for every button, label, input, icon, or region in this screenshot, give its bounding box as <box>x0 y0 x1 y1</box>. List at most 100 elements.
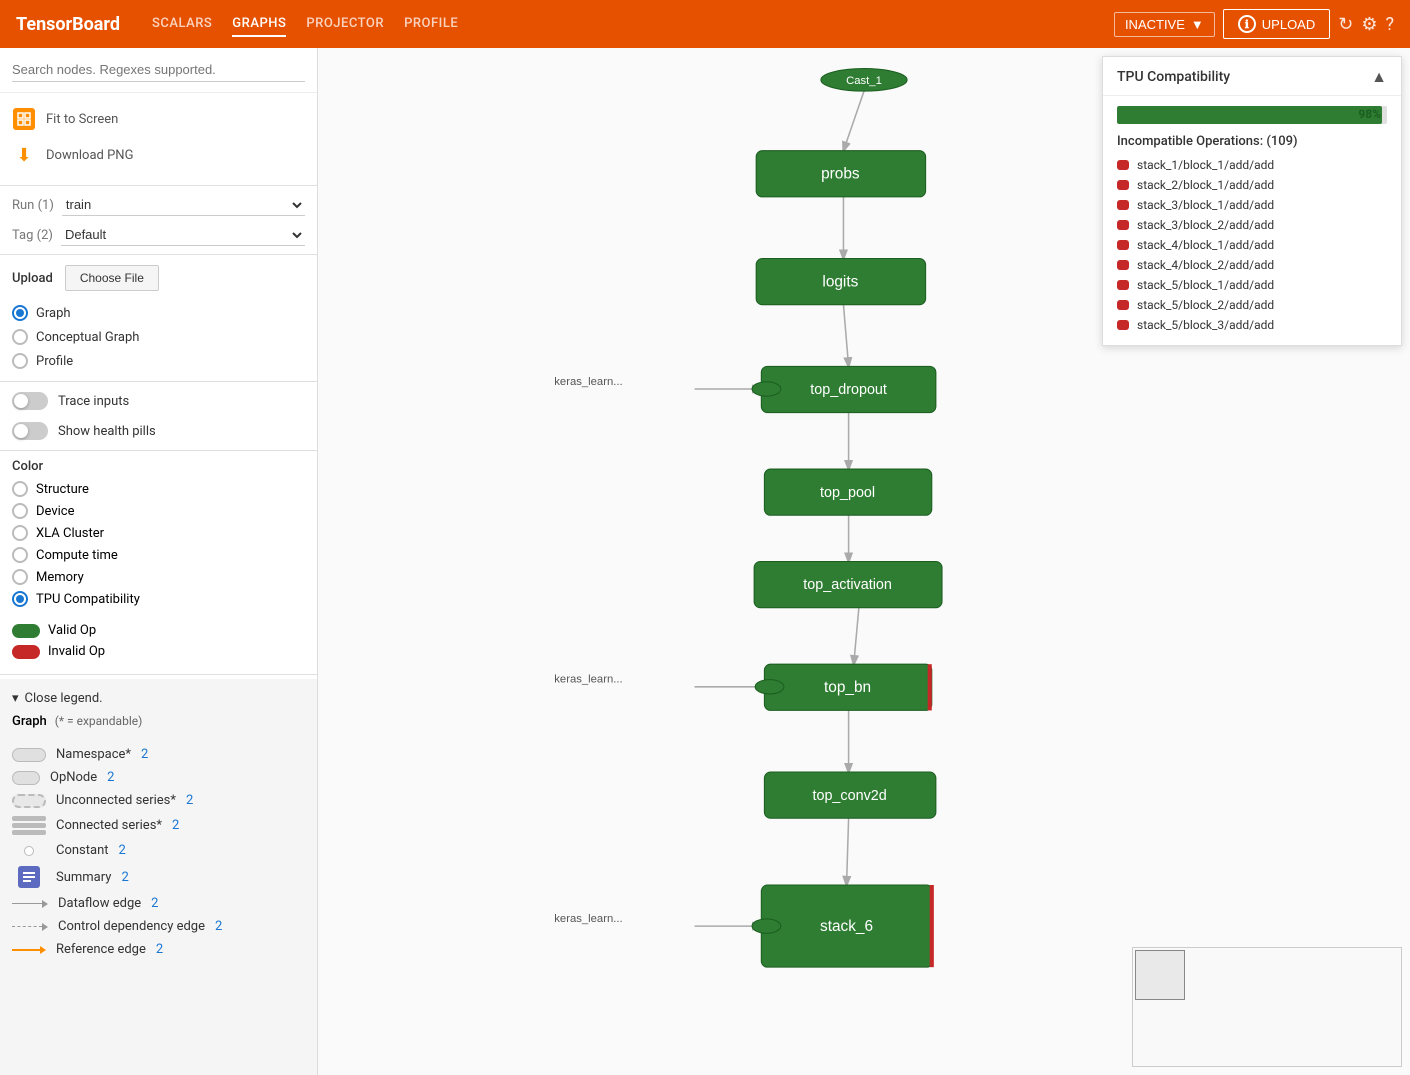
upload-button[interactable]: ℹ UPLOAD <box>1223 9 1330 39</box>
color-memory-radio[interactable] <box>12 569 28 585</box>
main-nav: SCALARS GRAPHS PROJECTOR PROFILE <box>152 12 458 37</box>
tpu-collapse-button[interactable]: ▲ <box>1371 67 1387 87</box>
main-layout: Fit to Screen ⬇ Download PNG Run (1) tra… <box>0 48 1410 1075</box>
tpu-op-label-3: stack_3/block_2/add/add <box>1137 218 1274 232</box>
tpu-op-8: stack_5/block_3/add/add <box>1117 315 1387 335</box>
connected-link[interactable]: 2 <box>172 818 179 833</box>
valid-op-icon <box>12 624 40 638</box>
nav-scalars[interactable]: SCALARS <box>152 12 212 37</box>
color-compute[interactable]: Compute time <box>12 544 305 566</box>
tpu-panel-title: TPU Compatibility <box>1117 69 1230 85</box>
namespace-link[interactable]: 2 <box>141 747 148 762</box>
download-png-action[interactable]: ⬇ Download PNG <box>12 137 305 173</box>
tpu-op-label-6: stack_5/block_1/add/add <box>1137 278 1274 292</box>
radio-graph[interactable]: Graph <box>12 301 305 325</box>
nav-projector[interactable]: PROJECTOR <box>306 12 384 37</box>
inactive-dropdown[interactable]: INACTIVE ▼ <box>1114 12 1215 37</box>
radio-conceptual[interactable]: Conceptual Graph <box>12 325 305 349</box>
summary-icon <box>12 866 46 888</box>
download-icon: ⬇ <box>12 143 36 167</box>
dataflow-link[interactable]: 2 <box>151 896 158 911</box>
trace-inputs-label: Trace inputs <box>58 394 129 409</box>
color-xla[interactable]: XLA Cluster <box>12 522 305 544</box>
control-link[interactable]: 2 <box>215 919 222 934</box>
radio-conceptual-label: Conceptual Graph <box>36 330 139 345</box>
refresh-icon[interactable]: ↻ <box>1338 14 1353 35</box>
svg-text:keras_learn...: keras_learn... <box>554 674 622 686</box>
download-png-label: Download PNG <box>46 148 133 163</box>
color-tpu-radio[interactable] <box>12 591 28 607</box>
nav-graphs[interactable]: GRAPHS <box>232 12 286 37</box>
tpu-op-2: stack_3/block_1/add/add <box>1117 195 1387 215</box>
fit-to-screen-label: Fit to Screen <box>46 112 118 127</box>
trace-inputs-toggle[interactable] <box>12 392 48 410</box>
color-xla-radio[interactable] <box>12 525 28 541</box>
upload-label: Upload <box>12 271 53 286</box>
invalid-op-label: Invalid Op <box>48 644 105 659</box>
radio-conceptual-input[interactable] <box>12 329 28 345</box>
unconnected-label: Unconnected series* <box>56 793 176 808</box>
tag-select[interactable]: Default <box>61 224 305 246</box>
health-pills-row: Show health pills <box>0 416 317 446</box>
svg-text:keras_learn...: keras_learn... <box>554 376 622 388</box>
color-tpu-label: TPU Compatibility <box>36 592 140 607</box>
settings-icon[interactable]: ⚙ <box>1361 14 1377 35</box>
tpu-progress-bar: 98% <box>1117 106 1387 124</box>
unconnected-link[interactable]: 2 <box>186 793 193 808</box>
color-device-radio[interactable] <box>12 503 28 519</box>
invalid-op-item: Invalid Op <box>12 641 305 662</box>
tpu-panel: TPU Compatibility ▲ 98% Incompatible Ope… <box>1102 56 1402 346</box>
color-memory[interactable]: Memory <box>12 566 305 588</box>
svg-text:probs: probs <box>821 165 860 182</box>
radio-graph-label: Graph <box>36 306 71 321</box>
search-input[interactable] <box>12 58 305 82</box>
run-select[interactable]: train <box>62 194 305 216</box>
constant-link[interactable]: 2 <box>119 843 126 858</box>
color-memory-label: Memory <box>36 570 84 585</box>
tpu-op-icon-6 <box>1117 280 1129 290</box>
tpu-op-icon-2 <box>1117 200 1129 210</box>
tpu-op-4: stack_4/block_1/add/add <box>1117 235 1387 255</box>
color-device[interactable]: Device <box>12 500 305 522</box>
tpu-op-label-0: stack_1/block_1/add/add <box>1137 158 1274 172</box>
color-tpu[interactable]: TPU Compatibility <box>12 588 305 610</box>
legend-opnode: OpNode 2 <box>12 766 305 789</box>
summary-link[interactable]: 2 <box>121 870 128 885</box>
tpu-progress-fill <box>1117 106 1382 124</box>
tpu-op-7: stack_5/block_2/add/add <box>1117 295 1387 315</box>
tpu-pct-label: 98% <box>1358 107 1381 121</box>
tpu-op-6: stack_5/block_1/add/add <box>1117 275 1387 295</box>
choose-file-button[interactable]: Choose File <box>65 265 159 291</box>
namespace-icon <box>12 748 46 762</box>
tpu-op-icon-3 <box>1117 220 1129 230</box>
color-xla-label: XLA Cluster <box>36 526 104 541</box>
minimap[interactable] <box>1132 947 1402 1067</box>
header-right: INACTIVE ▼ ℹ UPLOAD ↻ ⚙ ? <box>1114 9 1394 39</box>
graph-area[interactable]: Cast_1 probs logits top_dropout top_pool… <box>318 48 1410 1075</box>
chevron-down-icon: ▾ <box>12 691 19 706</box>
health-pills-toggle[interactable] <box>12 422 48 440</box>
color-structure-radio[interactable] <box>12 481 28 497</box>
radio-graph-input[interactable] <box>12 305 28 321</box>
constant-label: Constant <box>56 843 109 858</box>
control-icon <box>12 923 48 931</box>
unconnected-icon <box>12 794 46 808</box>
summary-label: Summary <box>56 870 111 885</box>
op-legend: Valid Op Invalid Op <box>0 614 317 670</box>
sidebar: Fit to Screen ⬇ Download PNG Run (1) tra… <box>0 48 318 1075</box>
color-compute-radio[interactable] <box>12 547 28 563</box>
help-icon[interactable]: ? <box>1385 14 1394 35</box>
radio-profile[interactable]: Profile <box>12 349 305 373</box>
run-row: Run (1) train <box>0 190 317 220</box>
fit-to-screen-action[interactable]: Fit to Screen <box>12 101 305 137</box>
tpu-op-label-7: stack_5/block_2/add/add <box>1137 298 1274 312</box>
radio-profile-input[interactable] <box>12 353 28 369</box>
color-structure[interactable]: Structure <box>12 478 305 500</box>
legend-header[interactable]: ▾ Close legend. <box>12 687 305 714</box>
reference-link[interactable]: 2 <box>156 942 163 957</box>
opnode-link[interactable]: 2 <box>107 770 114 785</box>
nav-profile[interactable]: PROFILE <box>404 12 458 37</box>
legend-namespace: Namespace* 2 <box>12 743 305 766</box>
tpu-operations-list: stack_1/block_1/add/add stack_2/block_1/… <box>1103 155 1401 345</box>
tpu-op-label-1: stack_2/block_1/add/add <box>1137 178 1274 192</box>
